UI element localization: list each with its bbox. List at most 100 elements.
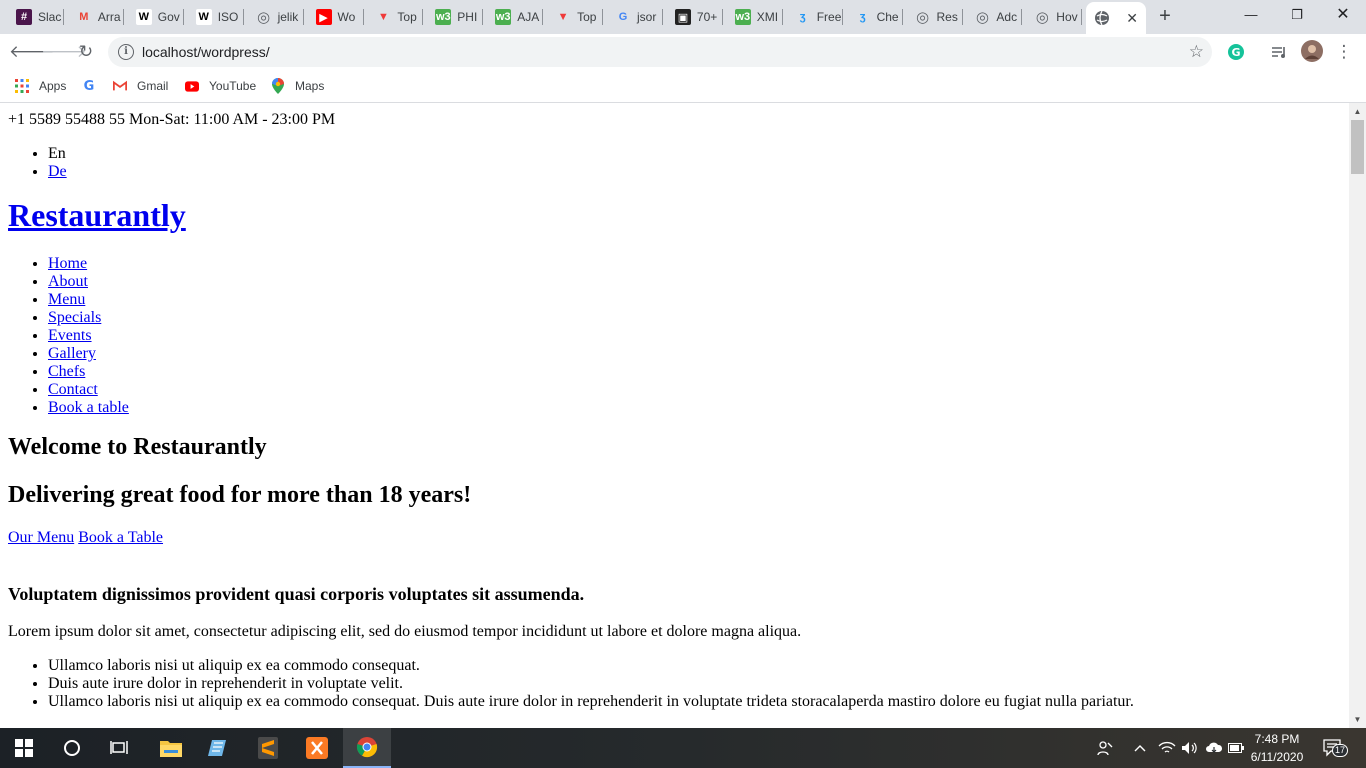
- tab-15[interactable]: ◎ Res: [907, 4, 963, 30]
- tab-8[interactable]: w3 AJA: [487, 4, 544, 30]
- taskbar-chrome[interactable]: [343, 728, 391, 768]
- nav-item: Chefs: [48, 363, 1341, 381]
- nav-link-specials[interactable]: Specials: [48, 309, 101, 326]
- chevron-up-icon[interactable]: [1130, 728, 1150, 768]
- scroll-thumb[interactable]: [1351, 120, 1364, 174]
- taskbar-notes-app[interactable]: [195, 728, 243, 768]
- people-icon[interactable]: [1094, 728, 1116, 768]
- taskbar-sublime-text[interactable]: [244, 728, 292, 768]
- site-title-link[interactable]: Restaurantly: [8, 197, 186, 233]
- taskbar-file-explorer[interactable]: [147, 728, 195, 768]
- tab-17[interactable]: ◎ Hov: [1026, 4, 1083, 30]
- tab-4[interactable]: ◎ jelik: [248, 4, 304, 30]
- nav-link-events[interactable]: Events: [48, 327, 92, 344]
- tab-label: Slac: [38, 10, 62, 24]
- search-button[interactable]: [48, 728, 96, 768]
- nav-link-home[interactable]: Home: [48, 255, 87, 272]
- tab-active[interactable]: ✕: [1086, 2, 1146, 34]
- onedrive-cloud-icon[interactable]: [1203, 728, 1225, 768]
- volume-icon[interactable]: [1180, 728, 1200, 768]
- system-clock[interactable]: 7:48 PM 6/11/2020: [1244, 730, 1310, 766]
- tab-14[interactable]: ʒ Che: [847, 4, 903, 30]
- tab-10[interactable]: Gjsor: [607, 4, 663, 30]
- back-button[interactable]: 🡐: [9, 40, 55, 64]
- wikipedia-icon: W: [135, 9, 152, 25]
- close-window-button[interactable]: ✕: [1320, 0, 1366, 30]
- language-en: En: [48, 145, 1341, 163]
- tab-separator: [242, 9, 244, 25]
- nav-item: Contact: [48, 381, 1341, 399]
- google-icon: G: [618, 11, 628, 23]
- new-tab-button[interactable]: +: [1153, 5, 1177, 29]
- tab-3[interactable]: W ISO: [188, 4, 244, 30]
- tab-separator: [542, 9, 544, 25]
- tab-separator: [482, 9, 484, 25]
- nav-link-gallery[interactable]: Gallery: [48, 345, 96, 362]
- bookmark-google[interactable]: G: [82, 76, 106, 96]
- tab-separator: [602, 9, 604, 25]
- nav-item: Events: [48, 327, 1341, 345]
- clock-date: 6/11/2020: [1250, 750, 1304, 764]
- globe-icon: ◎: [257, 9, 271, 26]
- page-viewport: +1 5589 55488 55 Mon-Sat: 11:00 AM - 23:…: [0, 103, 1349, 728]
- avatar[interactable]: [1301, 40, 1323, 62]
- scroll-up-arrow[interactable]: ▲: [1349, 103, 1366, 120]
- language-de-link[interactable]: De: [48, 163, 67, 180]
- task-view-button[interactable]: [96, 728, 144, 768]
- tab-0[interactable]: # Slac: [8, 4, 64, 30]
- nav-link-about[interactable]: About: [48, 273, 88, 290]
- tab-16[interactable]: ◎ Adc: [966, 4, 1023, 30]
- clock-time: 7:48 PM: [1254, 732, 1300, 746]
- scroll-down-arrow[interactable]: ▼: [1349, 711, 1366, 728]
- bookmark-label: YouTube: [209, 79, 257, 93]
- bookmark-star-icon[interactable]: ☆: [1189, 42, 1204, 62]
- address-bar[interactable]: i localhost/wordpress/ ☆: [108, 37, 1212, 67]
- nav-link-chefs[interactable]: Chefs: [48, 363, 85, 380]
- book-table-link[interactable]: Book a Table: [78, 529, 163, 546]
- forward-button[interactable]: 🡒: [41, 40, 87, 64]
- minimize-button[interactable]: —: [1228, 0, 1274, 30]
- grammarly-icon[interactable]: G: [1227, 43, 1245, 61]
- reload-button[interactable]: ↻: [74, 40, 98, 64]
- tab-5[interactable]: ▶ Wo: [308, 4, 364, 30]
- close-tab-icon[interactable]: ✕: [1126, 10, 1138, 27]
- nav-link-menu[interactable]: Menu: [48, 291, 85, 308]
- start-button[interactable]: [0, 728, 48, 768]
- main-nav: HomeAboutMenuSpecialsEventsGalleryChefsC…: [8, 255, 1341, 417]
- tab-12[interactable]: w3 XMI: [727, 4, 783, 30]
- tab-13[interactable]: ʒ Free: [787, 4, 843, 30]
- restore-button[interactable]: ❐: [1274, 0, 1320, 30]
- tab-7[interactable]: w3 PHI: [427, 4, 484, 30]
- gmail-icon: M: [79, 11, 89, 23]
- battery-icon[interactable]: [1227, 728, 1245, 768]
- bookmark-apps[interactable]: Apps: [15, 76, 66, 96]
- info-icon[interactable]: i: [118, 44, 134, 60]
- wikipedia-icon: W: [195, 9, 212, 25]
- our-menu-link[interactable]: Our Menu: [8, 529, 74, 546]
- taskbar-xampp[interactable]: [293, 728, 341, 768]
- bookmark-gmail[interactable]: Gmail: [113, 76, 168, 96]
- nav-item: About: [48, 273, 1341, 291]
- media-queue-icon[interactable]: [1270, 43, 1288, 61]
- bookmark-maps[interactable]: Maps: [271, 76, 324, 96]
- url-text[interactable]: localhost/wordpress/: [142, 44, 270, 60]
- vivaldi-icon: ▼: [377, 11, 389, 23]
- vivaldi-icon: ▼: [557, 11, 569, 23]
- page-scrollbar[interactable]: ▲ ▼: [1349, 103, 1366, 728]
- nav-link-contact[interactable]: Contact: [48, 381, 98, 398]
- tab-separator: [781, 9, 783, 25]
- list-item: Ullamco laboris nisi ut aliquip ex ea co…: [48, 693, 1341, 711]
- tab-separator: [122, 9, 124, 25]
- tab-1[interactable]: M Arra: [68, 4, 124, 30]
- tab-label: Arra: [97, 10, 121, 24]
- tab-9[interactable]: ▼ Top: [547, 4, 604, 30]
- list-item: Duis aute irure dolor in reprehenderit i…: [48, 675, 1341, 693]
- wifi-icon[interactable]: [1156, 728, 1178, 768]
- tab-6[interactable]: ▼ Top: [367, 4, 424, 30]
- nav-link-book-a-table[interactable]: Book a table: [48, 399, 129, 416]
- menu-kebab-icon[interactable]: ⋮: [1332, 40, 1356, 64]
- bookmark-youtube[interactable]: YouTube: [185, 76, 256, 96]
- action-center-button[interactable]: 17: [1318, 728, 1354, 768]
- tab-2[interactable]: W Gov: [128, 4, 184, 30]
- tab-11[interactable]: ▣ 70+: [667, 4, 723, 30]
